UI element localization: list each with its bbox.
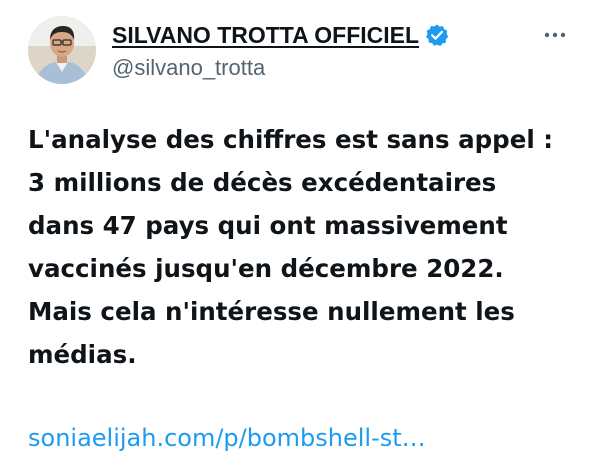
name-row: SILVANO TROTTA OFFICIEL <box>112 19 532 51</box>
tweet-card: SILVANO TROTTA OFFICIEL @silvano_trotta … <box>0 0 591 471</box>
tweet-text-line: Mais cela n'intéresse nullement les <box>28 297 515 326</box>
author-identity: SILVANO TROTTA OFFICIEL @silvano_trotta <box>112 19 532 81</box>
tweet-text-line: 3 millions de décès excédentaires <box>28 168 497 197</box>
tweet-text-line: vaccinés jusqu'en décembre 2022. <box>28 254 504 283</box>
tweet-text-line: médias. <box>28 340 137 369</box>
author-handle[interactable]: @silvano_trotta <box>112 55 532 81</box>
author-display-name[interactable]: SILVANO TROTTA OFFICIEL <box>112 22 419 49</box>
more-horizontal-icon <box>544 32 566 38</box>
avatar[interactable] <box>28 16 96 84</box>
tweet-link[interactable]: soniaelijah.com/p/bombshell-st… <box>28 424 426 452</box>
tweet-header: SILVANO TROTTA OFFICIEL @silvano_trotta <box>28 16 584 86</box>
verified-badge-icon[interactable] <box>425 23 449 47</box>
more-options-button[interactable] <box>540 20 570 50</box>
tweet-text: L'analyse des chiffres est sans appel : … <box>28 118 584 376</box>
tweet-text-line: dans 47 pays qui ont massivement <box>28 211 508 240</box>
tweet-text-line: L'analyse des chiffres est sans appel : <box>28 125 554 154</box>
avatar-image <box>28 16 96 84</box>
